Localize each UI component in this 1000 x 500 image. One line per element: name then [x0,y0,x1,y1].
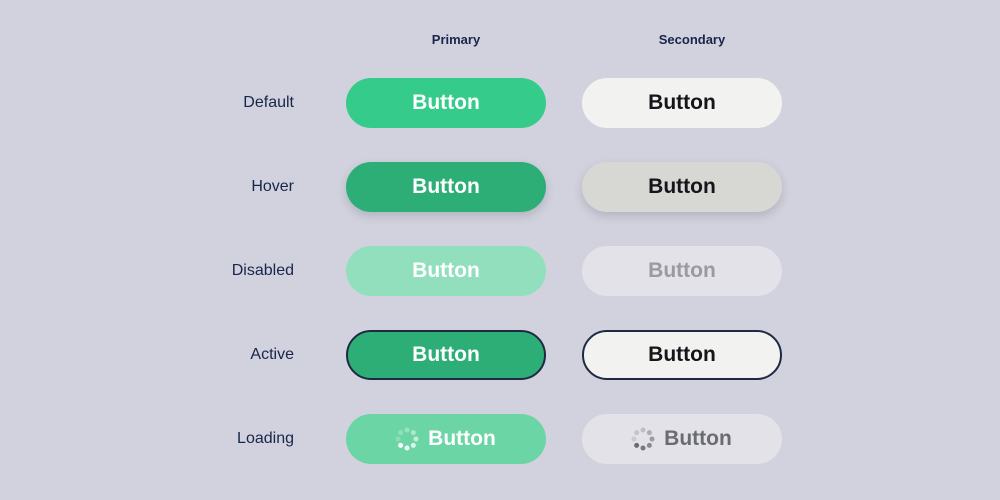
primary-default-button[interactable]: Button [346,78,546,128]
secondary-disabled-button: Button [582,246,782,296]
row-label-disabled: Disabled [110,262,330,280]
row-label-default: Default [110,94,330,112]
row-label-hover: Hover [110,178,330,196]
primary-active-button[interactable]: Button [346,330,546,380]
button-states-grid: Primary Secondary Default Button Button … [110,32,802,467]
secondary-default-button[interactable]: Button [582,78,782,128]
column-header-secondary: Secondary [582,32,802,47]
row-label-loading: Loading [110,430,330,448]
button-label-text: Button [664,427,732,451]
column-header-primary: Primary [346,32,566,47]
button-label-text: Button [428,427,496,451]
secondary-hover-button[interactable]: Button [582,162,782,212]
spinner-icon [396,428,418,450]
primary-loading-button: Button [346,414,546,464]
row-label-active: Active [110,346,330,364]
primary-hover-button[interactable]: Button [346,162,546,212]
secondary-loading-button: Button [582,414,782,464]
secondary-active-button[interactable]: Button [582,330,782,380]
primary-disabled-button: Button [346,246,546,296]
spinner-icon [632,428,654,450]
